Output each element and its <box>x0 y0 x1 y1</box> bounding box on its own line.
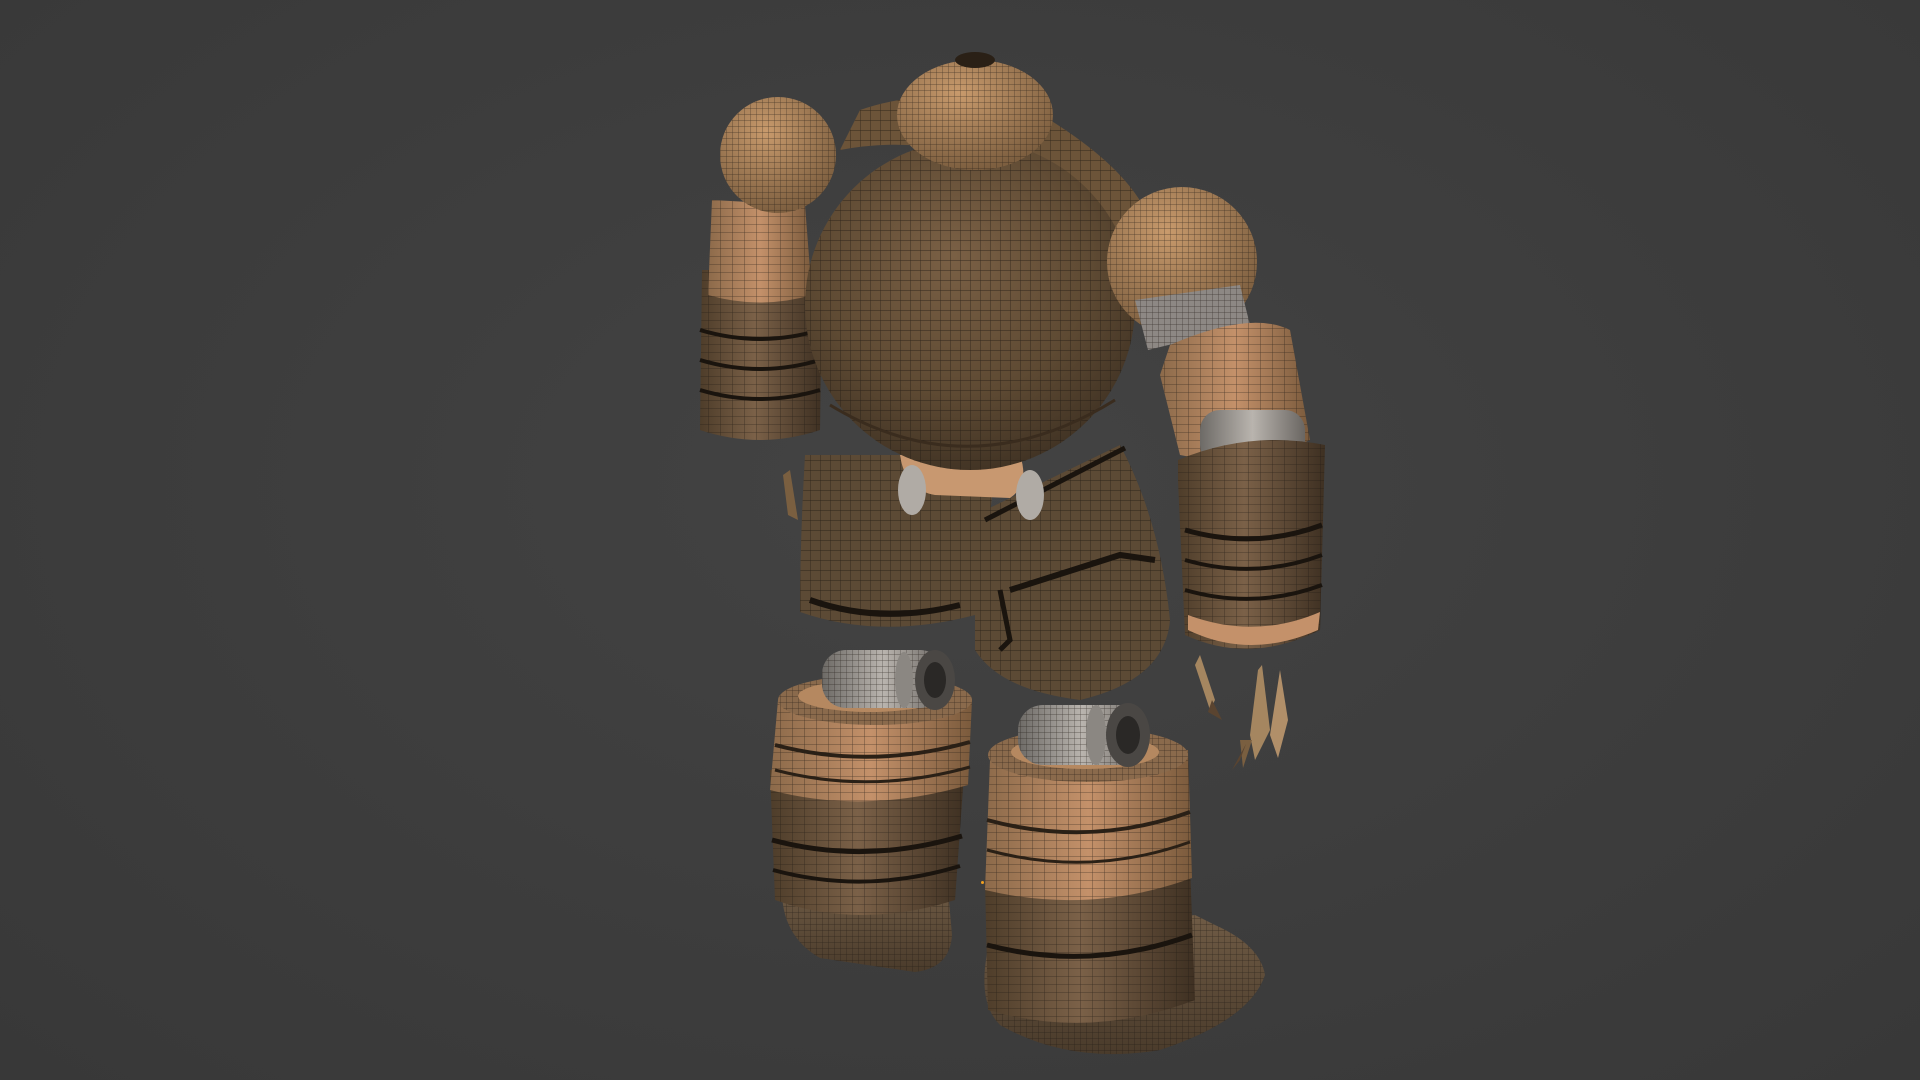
3d-viewport[interactable] <box>0 0 1920 1080</box>
robot-model[interactable] <box>0 0 1920 1080</box>
torso <box>805 52 1150 470</box>
left-leg <box>770 650 972 972</box>
left-hand <box>783 470 798 520</box>
right-claw <box>1195 655 1288 770</box>
right-leg <box>984 703 1265 1055</box>
object-origin <box>981 881 984 884</box>
